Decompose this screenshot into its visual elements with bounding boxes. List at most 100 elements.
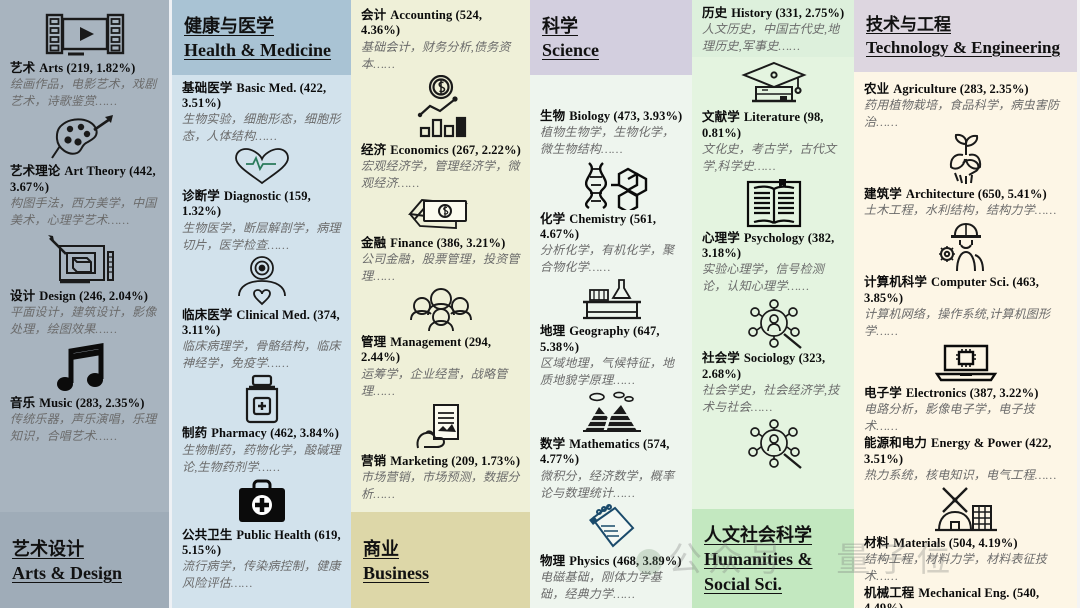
- item-title: 文献学 Literature (98, 0.81%): [702, 110, 845, 141]
- item-desc: 区域地理，气候特征，地质地貌学原理……: [540, 355, 675, 387]
- list-item: 农业 Agriculture (283, 2.35%) 药用植物栽培，食品科学，病…: [864, 82, 1068, 186]
- item-title-cn: 地理: [540, 324, 566, 339]
- item-desc: 传统乐器，声乐演唱，乐理知识，合唱艺术……: [10, 412, 157, 444]
- heart-pulse-icon: [182, 147, 342, 187]
- list-item: 社会学 Sociology (323, 2.68%) 社会学史，社会经济学,技术与…: [702, 296, 845, 471]
- column-business-body: 会计 Accounting (524, 4.36%) 基础会计，财务分析,债务资本…: [351, 0, 530, 512]
- item-title-cn: 基础医学: [182, 80, 233, 95]
- item-title: 心理学 Psychology (382, 3.18%): [702, 231, 845, 262]
- item-title: 农业 Agriculture (283, 2.35%): [864, 82, 1068, 97]
- item-title-cn: 化学: [540, 211, 566, 226]
- item-title: 营销 Marketing (209, 1.73%): [361, 454, 521, 469]
- subject-taxonomy-board: 艺术 Arts (219, 1.82%) 绘画作品，电影艺术，戏剧艺术，诗歌鉴赏……: [0, 0, 1080, 608]
- band-label-cn: 人文社会科学: [704, 525, 812, 546]
- economics-chart-icon: [361, 74, 521, 141]
- item-title-cn: 生物: [540, 108, 566, 123]
- list-item: 机械工程Mechanical Eng. (540, 4.49%) 机械原理，工程…: [864, 586, 1068, 608]
- item-title-cn: 历史: [702, 6, 728, 20]
- column-science-header: 科学 Science: [530, 0, 692, 75]
- design-pencil-cube-icon: [10, 232, 160, 288]
- psychology-network-icon: [702, 298, 845, 350]
- item-title: 经济 Economics (267, 2.22%): [361, 143, 521, 158]
- list-item: 经济 Economics (267, 2.22%) 宏观经济学，管理经济学，微观经…: [361, 143, 521, 235]
- list-item: 文献学 Literature (98, 0.81%) 文化史，考古学，古代文学,科…: [702, 57, 845, 175]
- list-item: 诊断学 Diagnostic (159, 1.32%) 生物医学，断层解剖学，病理…: [182, 189, 342, 307]
- item-title-en: Design (246, 2.04%): [39, 288, 149, 303]
- band-label-en: Arts & Design: [12, 563, 122, 583]
- column-humanities-footer: 人文社会科学 Humanities & Social Sci.: [692, 509, 854, 608]
- list-item: 制药 Pharmacy (462, 3.84%) 生物制药，药物化学，酸碱理论,生…: [182, 426, 342, 526]
- item-desc: 社会学史，社会经济学,技术与社会……: [702, 382, 840, 414]
- item-desc: 构图手法，西方美学，中国美术，心理学艺术……: [10, 195, 157, 227]
- item-title-cn: 心理学: [702, 230, 740, 245]
- item-title: 化学 Chemistry (561, 4.67%): [540, 212, 683, 243]
- column-science: 科学 Science 生物 Biology (473, 3.93%) 植物生物学，…: [530, 0, 692, 608]
- item-title-en: Agriculture (283, 2.35%): [893, 81, 1029, 96]
- column-arts-design-footer: 艺术设计 Arts & Design: [0, 512, 169, 608]
- item-title: 诊断学 Diagnostic (159, 1.32%): [182, 189, 342, 220]
- item-title: 数学 Mathematics (574, 4.77%): [540, 437, 683, 468]
- list-item: 艺术 Arts (219, 1.82%) 绘画作品，电影艺术，戏剧艺术，诗歌鉴赏……: [10, 6, 160, 110]
- column-humanities-body: 历史 History (331, 2.75%) 人文历史，中国古代史,地理历史,军…: [692, 0, 854, 509]
- team-management-icon: [361, 287, 521, 333]
- list-item: 营销 Marketing (209, 1.73%) 市场营销，市场预测，数据分析……: [361, 454, 521, 503]
- band-label-cn: 艺术设计: [12, 538, 84, 559]
- item-title-en: Music (283, 2.35%): [39, 396, 145, 411]
- item-desc: 植物生物学，生物化学，微生物结构……: [540, 124, 675, 156]
- item-title-cn: 制药: [182, 426, 208, 441]
- item-desc: 运筹学，企业经营，战略管理……: [361, 366, 508, 398]
- item-title-en: Finance (386, 3.21%): [390, 235, 506, 250]
- band-label-cn: 科学: [542, 16, 578, 36]
- item-title: 制药 Pharmacy (462, 3.84%): [182, 426, 342, 441]
- item-desc: 宏观经济学，管理经济学，微观经济……: [361, 158, 520, 190]
- item-desc: 分析化学，有机化学，聚合物化学……: [540, 243, 675, 275]
- item-desc: 基础会计，财务分析,债务资本……: [361, 39, 511, 71]
- item-desc: 流行病学，传染病控制，健康风险评估……: [182, 559, 341, 591]
- column-business-footer: 商业 Business: [351, 512, 530, 608]
- band-label-cn: 技术与工程: [866, 15, 951, 34]
- item-title: 公共卫生 Public Health (619, 5.15%): [182, 528, 342, 559]
- item-title-en: Pharmacy (462, 3.84%): [211, 426, 339, 441]
- medicine-bottle-icon: [182, 374, 342, 424]
- list-item: 材料 Materials (504, 4.19%) 结构工程，材料力学，材料表征技…: [864, 536, 1068, 585]
- item-title: 管理 Management (294, 2.44%): [361, 335, 521, 366]
- item-desc: 电磁基础，刚体力学基础，经典力学……: [540, 569, 663, 601]
- column-humanities: 历史 History (331, 2.75%) 人文历史，中国古代史,地理历史,军…: [692, 0, 854, 608]
- list-item: 建筑学 Architecture (650, 5.41%) 土木工程，水利结构，结…: [864, 187, 1068, 274]
- item-title: 历史 History (331, 2.75%): [702, 6, 845, 21]
- item-desc: 公司金融，股票管理，投资管理……: [361, 252, 520, 284]
- item-title: 艺术理论 Art Theory (442, 3.67%): [10, 164, 160, 195]
- item-title-cn: 音乐: [10, 396, 36, 411]
- band-label-en: Humanities & Social Sci.: [704, 549, 813, 594]
- column-business: 会计 Accounting (524, 4.36%) 基础会计，财务分析,债务资本…: [351, 0, 530, 608]
- item-title-en: Marketing (209, 1.73%): [390, 453, 521, 468]
- item-title-cn: 管理: [361, 335, 387, 350]
- item-desc: 市场营销，市场预测，数据分析……: [361, 470, 520, 502]
- item-desc: 绘画作品，电影艺术，戏剧艺术，诗歌鉴赏……: [10, 77, 157, 109]
- item-title: 地理 Geography (647, 5.38%): [540, 324, 683, 355]
- item-title-cn: 营销: [361, 453, 387, 468]
- music-note-icon: [10, 341, 160, 395]
- item-title-cn: 数学: [540, 437, 566, 452]
- lab-bench-icon: [540, 278, 683, 322]
- list-item: 能源和电力 Energy & Power (422, 3.51%) 热力系统，核电…: [864, 436, 1068, 535]
- item-desc: 文化史，考古学，古代文学,科学史……: [702, 141, 837, 173]
- list-item: 基础医学 Basic Med. (422, 3.51%) 生物实验，细胞形态，细胞…: [182, 81, 342, 189]
- palette-icon: [10, 113, 160, 163]
- item-title: 金融 Finance (386, 3.21%): [361, 236, 521, 251]
- item-title-cn: 临床医学: [182, 307, 233, 322]
- list-item: 临床医学 Clinical Med. (374, 3.11%) 临床病理学，骨骼结…: [182, 308, 342, 426]
- band-label-cn: 商业: [363, 538, 399, 559]
- item-title-en: History (331, 2.75%): [731, 6, 845, 20]
- patient-heart-icon: [182, 255, 342, 306]
- item-desc: 人文历史，中国古代史,地理历史,军事史……: [702, 22, 840, 54]
- list-item: 计算机科学 Computer Sci. (463, 3.85%) 计算机网络，操作…: [864, 275, 1068, 385]
- list-item: 化学 Chemistry (561, 4.67%) 分析化学，有机化学，聚合物化学…: [540, 212, 683, 324]
- band-label-cn: 健康与医学: [184, 16, 274, 36]
- item-title-en: Electronics (387, 3.22%): [905, 386, 1039, 401]
- item-title: 设计 Design (246, 2.04%): [10, 289, 160, 304]
- column-arts-design: 艺术 Arts (219, 1.82%) 绘画作品，电影艺术，戏剧艺术，诗歌鉴赏……: [0, 0, 169, 608]
- list-item: 会计 Accounting (524, 4.36%) 基础会计，财务分析,债务资本…: [361, 8, 521, 142]
- list-item: 电子学 Electronics (387, 3.22%) 电路分析，影像电子学，电…: [864, 386, 1068, 435]
- sociology-network-icon: [702, 418, 845, 470]
